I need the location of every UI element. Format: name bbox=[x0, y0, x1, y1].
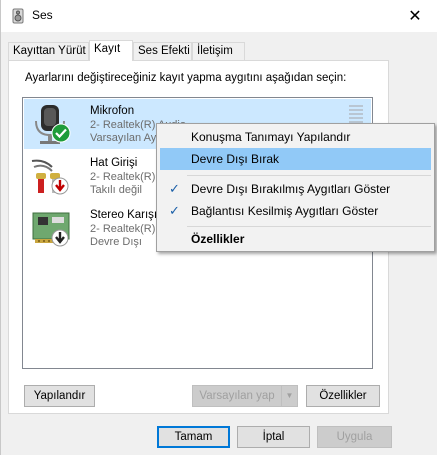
checkmark-icon: ✓ bbox=[169, 203, 180, 218]
menu-item-disable[interactable]: Devre Dışı Bırak bbox=[160, 148, 431, 170]
tab-sound-effects[interactable]: Ses Efekti bbox=[133, 42, 192, 60]
menu-separator bbox=[187, 226, 431, 227]
tab-recording[interactable]: Kayıt bbox=[89, 40, 133, 61]
chevron-down-icon[interactable]: ▼ bbox=[281, 386, 297, 406]
cancel-button[interactable]: İptal bbox=[237, 426, 310, 448]
checkmark-icon: ✓ bbox=[169, 181, 180, 196]
not-plugged-icon bbox=[51, 177, 69, 195]
close-icon: ✕ bbox=[408, 8, 422, 25]
set-default-label: Varsayılan yap bbox=[199, 390, 275, 402]
configure-button[interactable]: Yapılandır bbox=[24, 385, 95, 407]
set-default-button[interactable]: Varsayılan yap ▼ bbox=[192, 385, 298, 407]
window-title: Ses bbox=[32, 8, 53, 22]
close-button[interactable]: ✕ bbox=[392, 0, 437, 32]
menu-item-show-disabled[interactable]: ✓ Devre Dışı Bırakılmış Aygıtları Göster bbox=[160, 178, 431, 200]
title-bar: Ses ✕ bbox=[1, 0, 437, 32]
device-name: Hat Girişi bbox=[90, 157, 138, 169]
instruction-text: Ayarlarını değiştireceğiniz kayıt yapma … bbox=[25, 72, 347, 84]
tab-playback[interactable]: Kayıttan Yürüt bbox=[8, 42, 89, 60]
disabled-arrow-icon bbox=[51, 229, 69, 247]
device-status: Takılı değil bbox=[90, 184, 142, 196]
ok-button[interactable]: Tamam bbox=[157, 426, 230, 448]
properties-button[interactable]: Özellikler bbox=[306, 385, 380, 407]
menu-item-show-disconnected[interactable]: ✓ Bağlantısı Kesilmiş Aygıtları Göster bbox=[160, 200, 431, 222]
menu-item-properties[interactable]: Özellikler bbox=[160, 228, 431, 250]
speaker-icon bbox=[12, 8, 24, 24]
sound-dialog: Ses ✕ Kayıttan Yürüt Kayıt Ses Efekti İl… bbox=[0, 0, 437, 455]
default-check-icon bbox=[51, 123, 71, 143]
context-menu: Konuşma Tanımayı Yapılandır Devre Dışı B… bbox=[156, 123, 435, 252]
device-name: Mikrofon bbox=[90, 105, 135, 117]
device-status: Devre Dışı bbox=[90, 236, 142, 248]
tab-communications[interactable]: İletişim bbox=[192, 42, 245, 60]
menu-item-configure-speech[interactable]: Konuşma Tanımayı Yapılandır bbox=[160, 126, 431, 148]
menu-separator bbox=[187, 175, 431, 176]
apply-button[interactable]: Uygula bbox=[317, 426, 392, 448]
